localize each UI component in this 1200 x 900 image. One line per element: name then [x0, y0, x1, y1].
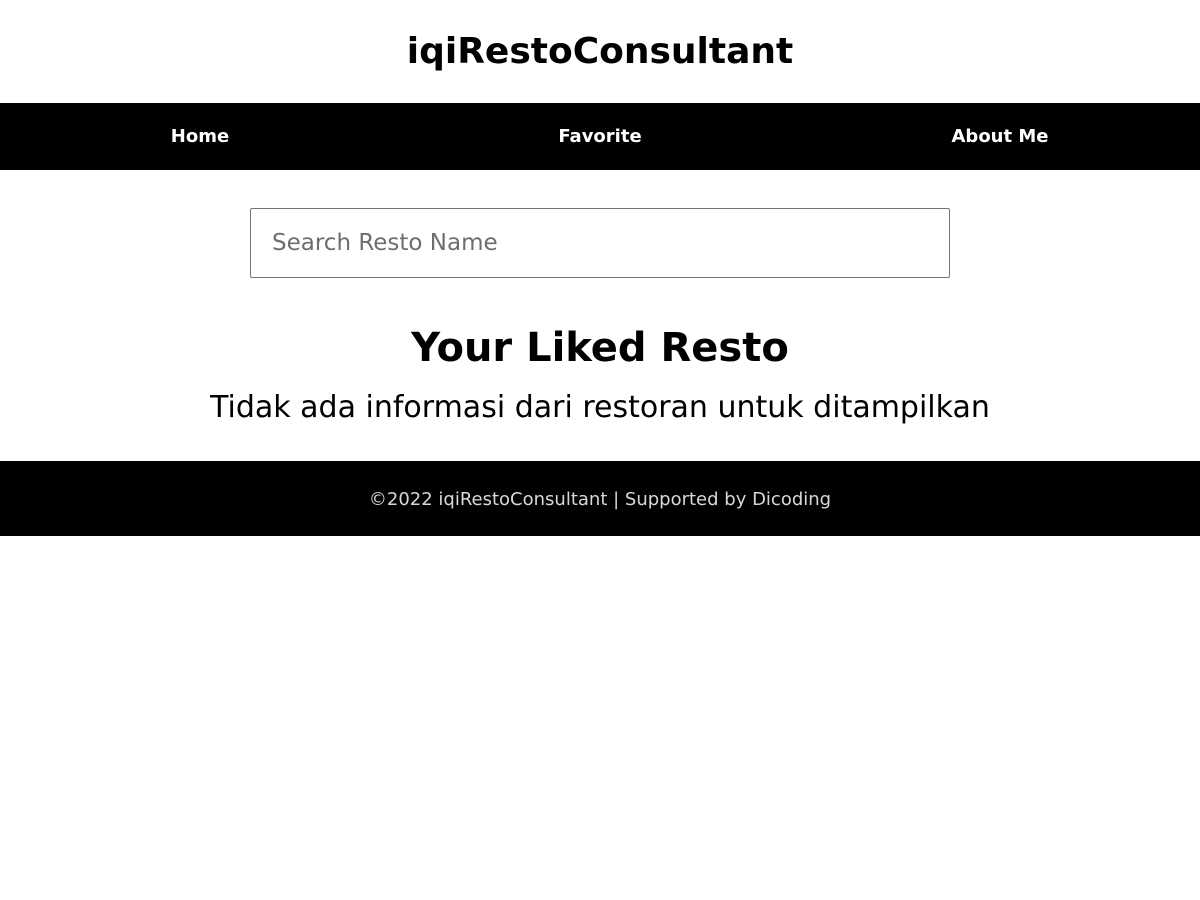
page-footer: ©2022 iqiRestoConsultant | Supported by … — [0, 461, 1200, 536]
section-title: Your Liked Resto — [411, 325, 789, 371]
footer-text: ©2022 iqiRestoConsultant | Supported by … — [368, 489, 832, 510]
app-title: iqiRestoConsultant — [406, 31, 794, 72]
main-nav: Home Favorite About Me — [0, 103, 1200, 170]
nav-item-home[interactable]: Home — [0, 126, 400, 147]
nav-item-about-me[interactable]: About Me — [800, 126, 1200, 147]
nav-item-favorite[interactable]: Favorite — [400, 126, 800, 147]
search-input[interactable] — [250, 208, 950, 278]
empty-state-message: Tidak ada informasi dari restoran untuk … — [210, 390, 990, 425]
app-header: iqiRestoConsultant — [0, 0, 1200, 103]
main-content: Your Liked Resto Tidak ada informasi dar… — [0, 170, 1200, 461]
